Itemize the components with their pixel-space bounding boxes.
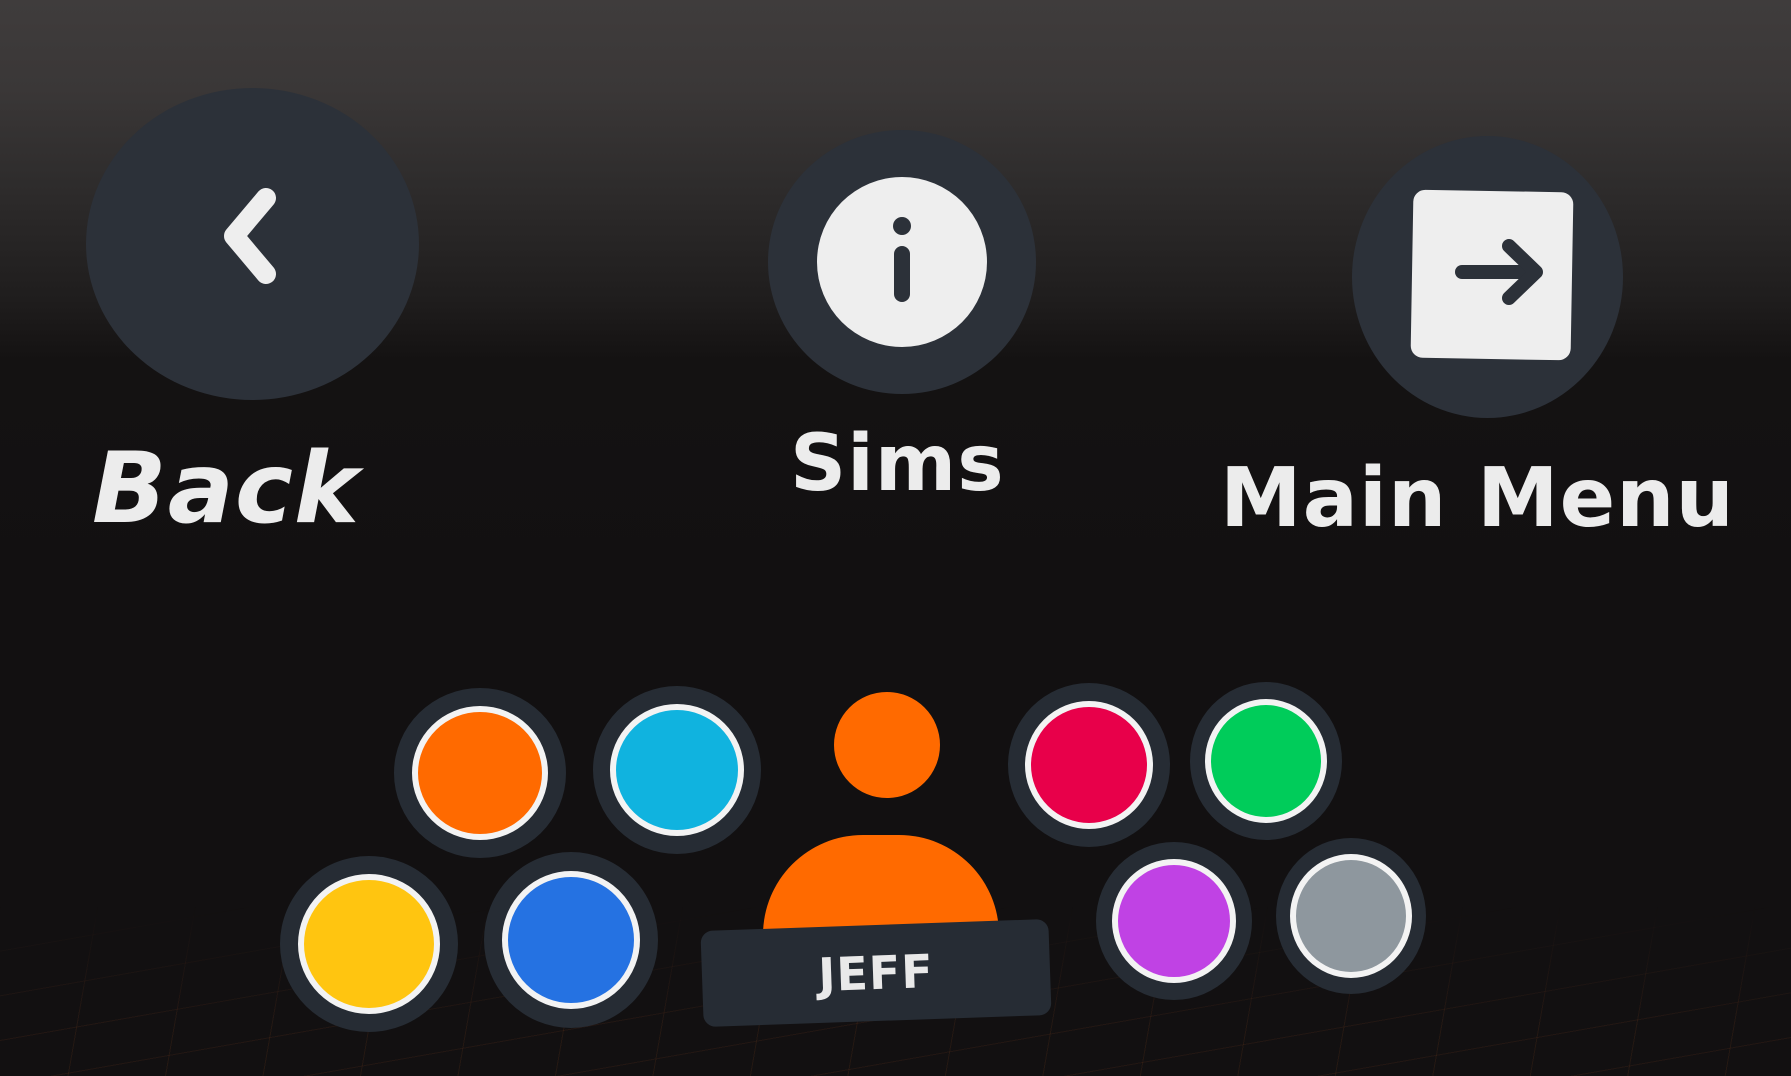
main-menu-label[interactable]: Main Menu bbox=[1220, 458, 1735, 540]
info-icon bbox=[817, 177, 987, 347]
color-swatch-orange[interactable] bbox=[394, 688, 566, 858]
color-swatch-green[interactable] bbox=[1190, 682, 1342, 840]
color-swatch-green-fill bbox=[1205, 699, 1327, 823]
color-swatch-blue-fill bbox=[502, 871, 640, 1009]
back-label[interactable]: Back bbox=[92, 440, 360, 538]
color-swatch-blue[interactable] bbox=[484, 852, 658, 1028]
color-swatch-purple[interactable] bbox=[1096, 842, 1252, 1000]
main-menu-button[interactable] bbox=[1352, 136, 1623, 418]
color-swatch-yellow-fill bbox=[298, 874, 440, 1014]
avatar-head bbox=[834, 692, 940, 798]
color-swatch-gray[interactable] bbox=[1276, 838, 1426, 994]
color-swatch-yellow[interactable] bbox=[280, 856, 458, 1032]
back-button[interactable] bbox=[86, 88, 419, 400]
exit-arrow-icon bbox=[1410, 189, 1574, 361]
color-swatch-red[interactable] bbox=[1008, 683, 1170, 847]
avatar-name: JEFF bbox=[817, 944, 935, 1002]
color-swatch-purple-fill bbox=[1112, 859, 1236, 983]
sims-button[interactable] bbox=[768, 130, 1036, 394]
color-swatch-red-fill bbox=[1025, 701, 1153, 829]
chevron-left-icon bbox=[224, 188, 276, 284]
color-swatch-cyan[interactable] bbox=[593, 686, 761, 854]
color-swatch-orange-fill bbox=[412, 706, 548, 840]
avatar-name-plate[interactable]: JEFF bbox=[700, 918, 1052, 1028]
color-swatch-cyan-fill bbox=[610, 704, 744, 836]
sims-label[interactable]: Sims bbox=[790, 425, 1005, 503]
color-swatch-gray-fill bbox=[1290, 854, 1412, 978]
